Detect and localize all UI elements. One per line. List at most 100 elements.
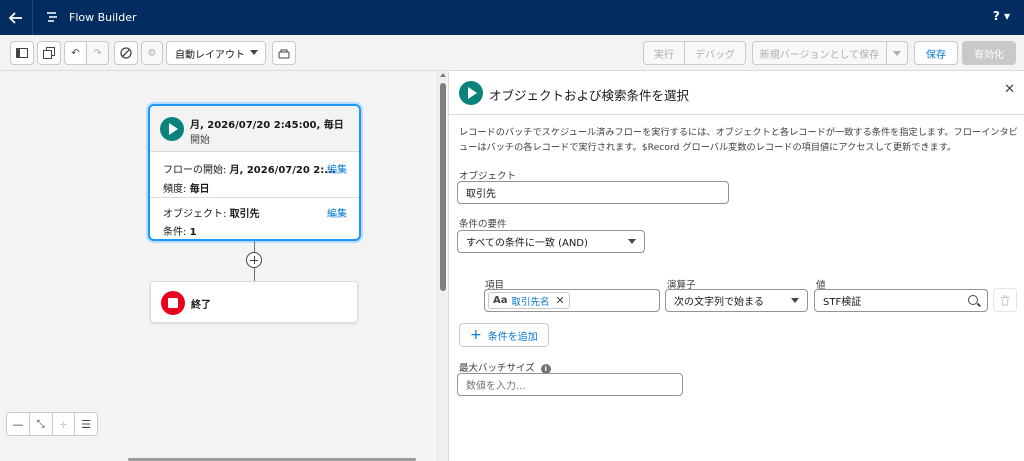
close-icon[interactable]: ✕: [1004, 82, 1015, 97]
connector-line: [254, 268, 255, 281]
condition-operator-select[interactable]: 次の文字列で始まる: [665, 289, 808, 312]
chevron-down-icon: [250, 50, 258, 55]
field-pill: Aa 取引先名 ✕: [488, 292, 570, 309]
conditions-label: 条件:: [163, 227, 187, 238]
condition-field-input[interactable]: Aa 取引先名 ✕: [484, 289, 660, 312]
chevron-down-icon: [791, 298, 799, 303]
info-icon[interactable]: i: [540, 363, 551, 374]
batch-size-label-row: 最大バッチサイズ i: [459, 360, 551, 374]
save-as-new-version-button[interactable]: 新規バージョンとして保存: [752, 41, 887, 65]
conditions-value: 1: [189, 227, 197, 238]
lock-canvas-button[interactable]: [272, 41, 296, 65]
flow-start-label: フローの開始:: [163, 165, 227, 176]
toolbar: ↶ ↷ ⚙ 自動レイアウト 実行 デバッグ 新規バージョンとして保存 保存 有効…: [0, 35, 1024, 71]
scroll-up-icon: [440, 73, 446, 77]
conditions-row: 条件: 1: [163, 223, 197, 238]
run-button[interactable]: 実行: [643, 41, 685, 65]
condition-value-input[interactable]: STF検証: [814, 289, 988, 312]
save-options-button[interactable]: [886, 41, 908, 65]
connector-line: [254, 241, 255, 252]
zoom-controls: — ⤡ + ☰: [6, 412, 98, 436]
text-field-icon: Aa: [493, 295, 508, 306]
add-condition-label: 条件を追加: [487, 331, 538, 343]
panel-description: レコードのバッチでスケジュール済みフローを実行するには、オブジェクトと各レコード…: [459, 127, 1018, 153]
canvas-vertical-scrollbar[interactable]: [437, 71, 447, 461]
play-icon: [160, 117, 184, 141]
layout-select[interactable]: 自動レイアウト: [166, 41, 266, 65]
object-value: 取引先: [229, 209, 260, 220]
start-element-subtitle: 開始: [190, 135, 210, 146]
remove-icon[interactable]: ✕: [556, 294, 565, 307]
condition-value: STF検証: [823, 297, 862, 308]
errors-button[interactable]: [114, 41, 138, 65]
play-icon: [459, 81, 483, 105]
frequency-value: 毎日: [189, 184, 210, 195]
shrink-icon: ⤡: [36, 418, 45, 430]
undo-icon: ↶: [71, 47, 80, 59]
activate-button[interactable]: 有効化: [962, 41, 1016, 65]
add-element-button[interactable]: [246, 252, 262, 268]
start-element[interactable]: 月, 2026/07/20 2:45:00, 毎日 開始 フローの開始: 月, …: [148, 104, 361, 241]
align-center-icon: ☰: [81, 417, 92, 431]
redo-icon: ↷: [93, 47, 102, 59]
frequency-label: 頻度:: [163, 184, 187, 195]
scrollbar-thumb[interactable]: [440, 83, 446, 291]
gear-icon: ⚙: [147, 47, 157, 59]
help-icon: ?: [992, 9, 1000, 23]
toggle-toolbox-button[interactable]: [10, 41, 34, 65]
zoom-out-button[interactable]: —: [7, 413, 30, 435]
help-menu-button[interactable]: ? ▾: [993, 9, 1010, 23]
center-view-button[interactable]: ☰: [75, 413, 97, 435]
start-element-title: 月, 2026/07/20 2:45:00, 毎日: [190, 120, 344, 131]
trash-icon: [1001, 295, 1009, 305]
object-input[interactable]: 取引先: [457, 181, 729, 204]
app-title: Flow Builder: [69, 11, 137, 24]
panel-icon: [16, 48, 28, 58]
object-row: オブジェクト: 取引先: [163, 205, 260, 220]
stop-icon: [161, 291, 185, 315]
panel-header: オブジェクトおよび検索条件を選択 ✕: [449, 71, 1024, 115]
chevron-down-icon: [893, 50, 901, 56]
zoom-in-button[interactable]: +: [53, 413, 76, 435]
ban-icon: [120, 47, 132, 59]
condition-requirement-value: すべての条件に一致 (AND): [466, 238, 588, 249]
minus-icon: —: [12, 417, 24, 431]
divider: [150, 197, 359, 198]
hand-icon: [278, 49, 290, 58]
end-element[interactable]: 終了: [150, 281, 358, 323]
debug-button[interactable]: デバッグ: [684, 41, 746, 65]
fit-view-button[interactable]: ⤡: [30, 413, 53, 435]
add-condition-button[interactable]: + 条件を追加: [459, 323, 549, 347]
object-field-label: オブジェクト: [459, 171, 517, 182]
panel-title: オブジェクトおよび検索条件を選択: [489, 88, 690, 103]
search-icon: [968, 295, 978, 305]
delete-condition-button[interactable]: [993, 288, 1017, 312]
manager-button[interactable]: [37, 41, 61, 65]
flow-icon: [47, 11, 57, 22]
plus-icon: +: [58, 417, 68, 431]
start-element-header: 月, 2026/07/20 2:45:00, 毎日 開始: [150, 106, 359, 152]
condition-requirement-select[interactable]: すべての条件に一致 (AND): [457, 230, 645, 253]
operator-value: 次の文字列で始まる: [674, 297, 764, 308]
batch-size-input[interactable]: 数値を入力...: [457, 373, 683, 396]
redo-button[interactable]: ↷: [86, 41, 109, 65]
settings-button[interactable]: ⚙: [141, 41, 163, 65]
layout-select-value: 自動レイアウト: [175, 49, 245, 61]
flow-start-row: フローの開始: 月, 2026/07/20 2:...: [163, 161, 336, 176]
app-header: Flow Builder ? ▾: [0, 0, 1024, 35]
condition-requirement-label: 条件の要件: [459, 219, 507, 230]
flow-start-value: 月, 2026/07/20 2:...: [229, 165, 336, 176]
save-button[interactable]: 保存: [914, 41, 958, 65]
undo-button[interactable]: ↶: [64, 41, 87, 65]
back-button[interactable]: [0, 0, 33, 35]
arrow-left-icon: [9, 11, 22, 24]
property-editor-panel: オブジェクトおよび検索条件を選択 ✕ レコードのバッチでスケジュール済みフローを…: [448, 71, 1024, 461]
edit-object-link[interactable]: 編集: [327, 205, 347, 220]
edit-schedule-link[interactable]: 編集: [327, 161, 347, 176]
chevron-down-icon: [628, 239, 636, 244]
object-label: オブジェクト:: [163, 209, 227, 220]
field-pill-label: 取引先名: [511, 296, 550, 308]
plus-icon: +: [470, 327, 482, 343]
frequency-row: 頻度: 毎日: [163, 180, 210, 195]
copy-icon: [43, 47, 55, 59]
